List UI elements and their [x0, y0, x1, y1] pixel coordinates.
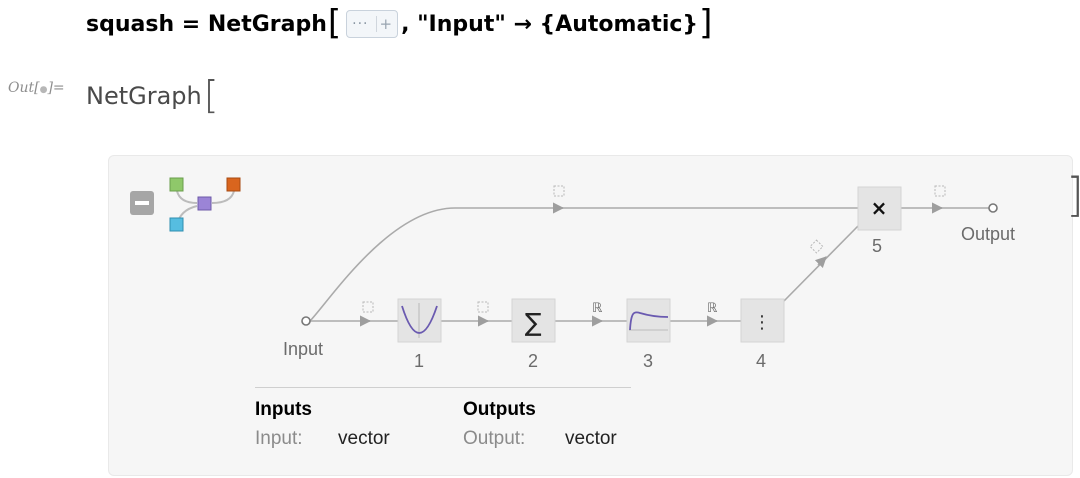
node-number: 5 — [872, 236, 882, 256]
node-number: 2 — [528, 351, 538, 371]
summation-icon: ∑ — [525, 308, 542, 337]
outputs-heading: Outputs — [463, 399, 536, 420]
inputs-heading: Inputs — [255, 399, 312, 420]
input-port-key: Input: — [255, 428, 303, 449]
vertical-ellipsis-icon: ⋮ — [753, 312, 771, 333]
output-close-bracket: ] — [1066, 168, 1080, 222]
node-4[interactable]: ⋮ — [740, 298, 785, 343]
node-number: 1 — [414, 351, 424, 371]
logo-green-square — [169, 177, 184, 192]
node-5[interactable]: × — [857, 186, 902, 231]
arrow-4-5 — [814, 256, 827, 269]
output-port[interactable] — [988, 203, 998, 213]
logo-blue-square — [169, 217, 184, 232]
vector-shape-icon — [553, 185, 565, 197]
times-icon: × — [871, 196, 888, 220]
diamond-shape-icon — [809, 239, 824, 254]
node-box[interactable] — [626, 298, 671, 343]
input-port-label: Input — [283, 339, 323, 359]
node-2[interactable]: ∑ — [511, 298, 556, 343]
real-scalar-label: ℝ — [707, 300, 718, 315]
net-graph-diagram: ℝ ℝ Input Output 1 ∑ 2 3 ⋮ 4 × 5 — [169, 177, 1015, 371]
node-1[interactable] — [397, 298, 442, 343]
input-port-value: vector — [338, 428, 390, 449]
vector-shape-icon — [362, 301, 374, 313]
output-port-label: Output — [961, 224, 1015, 244]
edge-4-to-5 — [783, 225, 859, 302]
output-port-key: Output: — [463, 428, 526, 449]
node-3[interactable] — [626, 298, 671, 343]
netgraph-layer-icon — [169, 177, 241, 232]
node-number: 4 — [756, 351, 766, 371]
node-number: 3 — [643, 351, 653, 371]
real-scalar-label: ℝ — [592, 300, 603, 315]
logo-purple-square — [197, 196, 212, 211]
input-port[interactable] — [301, 316, 311, 326]
logo-orange-square — [226, 177, 241, 192]
vector-shape-icon — [934, 185, 946, 197]
vector-shape-icon — [477, 301, 489, 313]
info-divider — [255, 387, 631, 388]
output-port-value: vector — [565, 428, 617, 449]
